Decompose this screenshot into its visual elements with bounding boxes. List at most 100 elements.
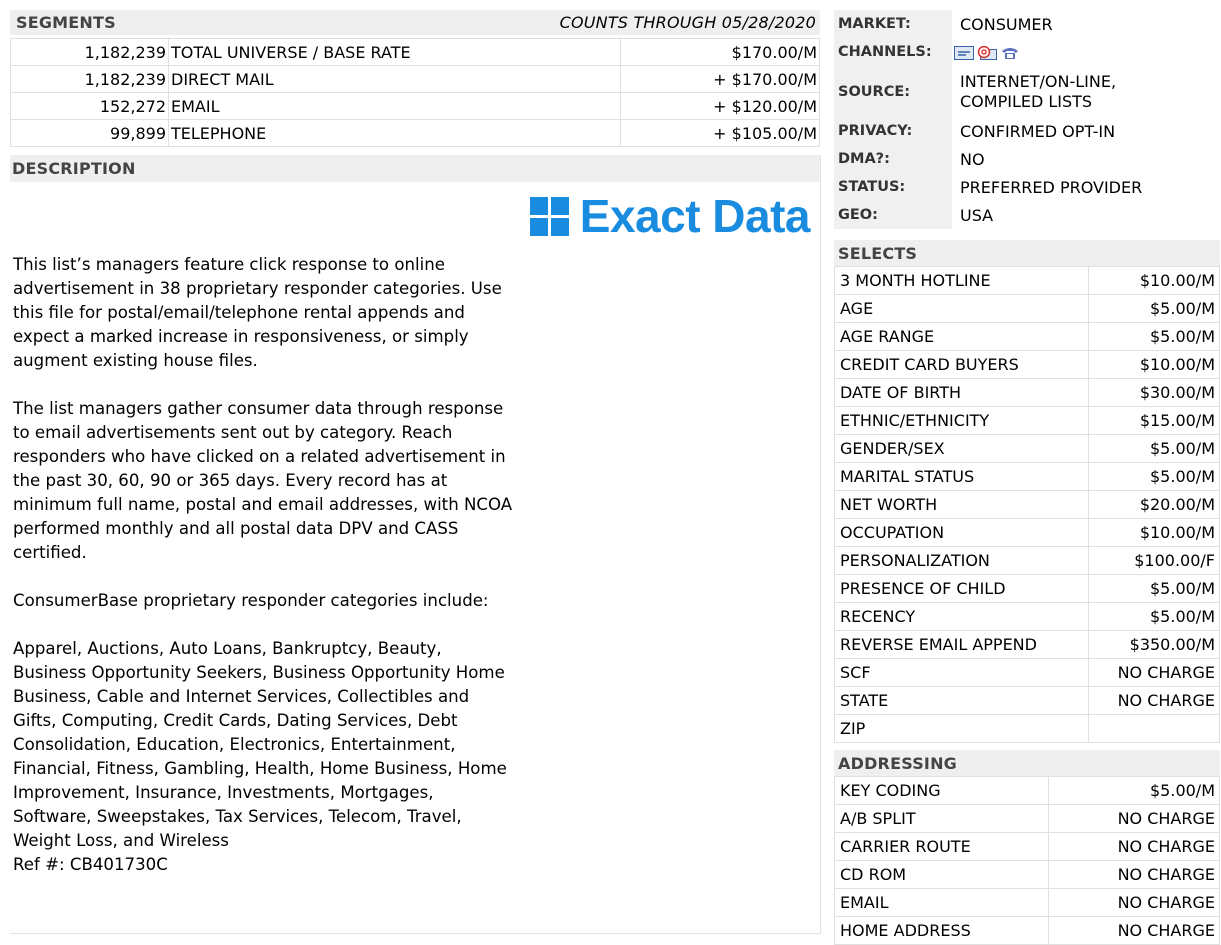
select-price: $10.00/M — [1088, 350, 1220, 379]
select-price: $30.00/M — [1088, 378, 1220, 407]
info-table: MARKET: CONSUMER CHANNELS: SOURCE: INTER… — [834, 10, 1220, 229]
segment-price: $170.00/M — [619, 38, 821, 66]
table-row: 99,899 TELEPHONE + $105.00/M — [10, 119, 821, 147]
table-row: CD ROM NO CHARGE — [834, 860, 1220, 889]
select-name: MARITAL STATUS — [834, 462, 1089, 491]
list-info: MARKET: CONSUMER CHANNELS: SOURCE: INTER… — [834, 10, 1220, 229]
channels-label: CHANNELS: — [834, 38, 952, 66]
table-row: CARRIER ROUTE NO CHARGE — [834, 832, 1220, 861]
addressing-name: HOME ADDRESS — [834, 916, 1049, 945]
addressing-price: NO CHARGE — [1048, 916, 1220, 945]
select-name: REVERSE EMAIL APPEND — [834, 630, 1089, 659]
select-name: RECENCY — [834, 602, 1089, 631]
select-name: CREDIT CARD BUYERS — [834, 350, 1089, 379]
privacy-label: PRIVACY: — [834, 117, 952, 145]
segments-title: SEGMENTS — [16, 13, 116, 32]
select-price: $10.00/M — [1088, 266, 1220, 295]
segment-count: 1,182,239 — [10, 65, 169, 93]
email-icon — [977, 46, 997, 60]
table-row: A/B SPLIT NO CHARGE — [834, 804, 1220, 833]
segment-count: 152,272 — [10, 92, 169, 120]
segment-count: 99,899 — [10, 119, 169, 147]
dma-label: DMA?: — [834, 145, 952, 173]
addressing-name: CD ROM — [834, 860, 1049, 889]
segment-price: + $120.00/M — [619, 92, 821, 120]
select-price: $5.00/M — [1088, 574, 1220, 603]
segment-name: EMAIL — [168, 92, 621, 120]
select-price: $5.00/M — [1088, 294, 1220, 323]
select-price: $5.00/M — [1088, 434, 1220, 463]
select-name: NET WORTH — [834, 490, 1089, 519]
addressing-header: ADDRESSING — [834, 750, 1220, 776]
select-price — [1088, 714, 1220, 743]
select-price: $10.00/M — [1088, 518, 1220, 547]
table-row: PERSONALIZATION $100.00/F — [834, 546, 1220, 575]
geo-value: USA — [960, 205, 994, 225]
select-name: OCCUPATION — [834, 518, 1089, 547]
description-header: DESCRIPTION — [10, 155, 820, 182]
select-name: STATE — [834, 686, 1089, 715]
segments-table: 1,182,239 TOTAL UNIVERSE / BASE RATE $17… — [10, 38, 821, 147]
select-price: $350.00/M — [1088, 630, 1220, 659]
select-price: $15.00/M — [1088, 406, 1220, 435]
select-price: NO CHARGE — [1088, 686, 1220, 715]
table-row: RECENCY $5.00/M — [834, 602, 1220, 631]
table-row: 1,182,239 TOTAL UNIVERSE / BASE RATE $17… — [10, 38, 821, 66]
table-row: AGE $5.00/M — [834, 294, 1220, 323]
table-row: CREDIT CARD BUYERS $10.00/M — [834, 350, 1220, 379]
table-row: AGE RANGE $5.00/M — [834, 322, 1220, 351]
table-row: DATE OF BIRTH $30.00/M — [834, 378, 1220, 407]
logo-grid-icon — [529, 197, 569, 236]
description-section: DESCRIPTION Exact Data This list’s manag… — [10, 155, 821, 934]
select-name: ZIP — [834, 714, 1089, 743]
addressing-price: NO CHARGE — [1048, 832, 1220, 861]
segment-name: TOTAL UNIVERSE / BASE RATE — [168, 38, 621, 66]
select-name: DATE OF BIRTH — [834, 378, 1089, 407]
table-row: OCCUPATION $10.00/M — [834, 518, 1220, 547]
addressing-table: KEY CODING $5.00/M A/B SPLIT NO CHARGE CAR… — [834, 776, 1220, 945]
description-body: This list’s managers feature click respo… — [13, 255, 513, 874]
addressing-name: EMAIL — [834, 888, 1049, 917]
table-row: GENDER/SEX $5.00/M — [834, 434, 1220, 463]
table-row: PRESENCE OF CHILD $5.00/M — [834, 574, 1220, 603]
addressing-price: $5.00/M — [1048, 776, 1220, 805]
table-row: ZIP — [834, 714, 1220, 743]
addressing-name: CARRIER ROUTE — [834, 832, 1049, 861]
select-price: $5.00/M — [1088, 462, 1220, 491]
market-label: MARKET: — [834, 10, 952, 38]
select-price: $20.00/M — [1088, 490, 1220, 519]
segments-header: SEGMENTS COUNTS THROUGH 05/28/2020 — [10, 10, 820, 35]
addressing-section: ADDRESSING KEY CODING $5.00/M A/B SPLIT NO… — [834, 750, 1220, 945]
selects-section: SELECTS 3 MONTH HOTLINE $10.00/M AGE $5.00… — [834, 240, 1220, 743]
table-row: NET WORTH $20.00/M — [834, 490, 1220, 519]
table-row: MARITAL STATUS $5.00/M — [834, 462, 1220, 491]
addressing-price: NO CHARGE — [1048, 888, 1220, 917]
segment-name: TELEPHONE — [168, 119, 621, 147]
channels-value — [952, 38, 1220, 66]
logo-text: Exact Data — [579, 190, 811, 242]
source-line-2: COMPILED LISTS — [960, 91, 1093, 111]
telephone-icon — [1002, 48, 1018, 59]
mail-icon — [954, 46, 974, 60]
select-name: GENDER/SEX — [834, 434, 1089, 463]
select-price: $5.00/M — [1088, 322, 1220, 351]
source-value: INTERNET/ON-LINE, COMPILED LISTS — [952, 66, 1220, 117]
counts-through-date: COUNTS THROUGH 05/28/2020 — [559, 13, 816, 32]
segment-count: 1,182,239 — [10, 38, 169, 66]
select-name: ETHNIC/ETHNICITY — [834, 406, 1089, 435]
addressing-price: NO CHARGE — [1048, 804, 1220, 833]
status-label: STATUS: — [834, 173, 952, 201]
market-value: CONSUMER — [960, 14, 1053, 34]
segment-name: DIRECT MAIL — [168, 65, 621, 93]
status-value: PREFERRED PROVIDER — [960, 177, 1143, 197]
select-name: AGE RANGE — [834, 322, 1089, 351]
select-price: NO CHARGE — [1088, 658, 1220, 687]
addressing-name: KEY CODING — [834, 776, 1049, 805]
selects-header: SELECTS — [834, 240, 1220, 266]
table-row: HOME ADDRESS NO CHARGE — [834, 916, 1220, 945]
table-row: 1,182,239 DIRECT MAIL + $170.00/M — [10, 65, 821, 93]
table-row: 3 MONTH HOTLINE $10.00/M — [834, 266, 1220, 295]
select-name: PERSONALIZATION — [834, 546, 1089, 575]
table-row: 152,272 EMAIL + $120.00/M — [10, 92, 821, 120]
select-price: $5.00/M — [1088, 602, 1220, 631]
